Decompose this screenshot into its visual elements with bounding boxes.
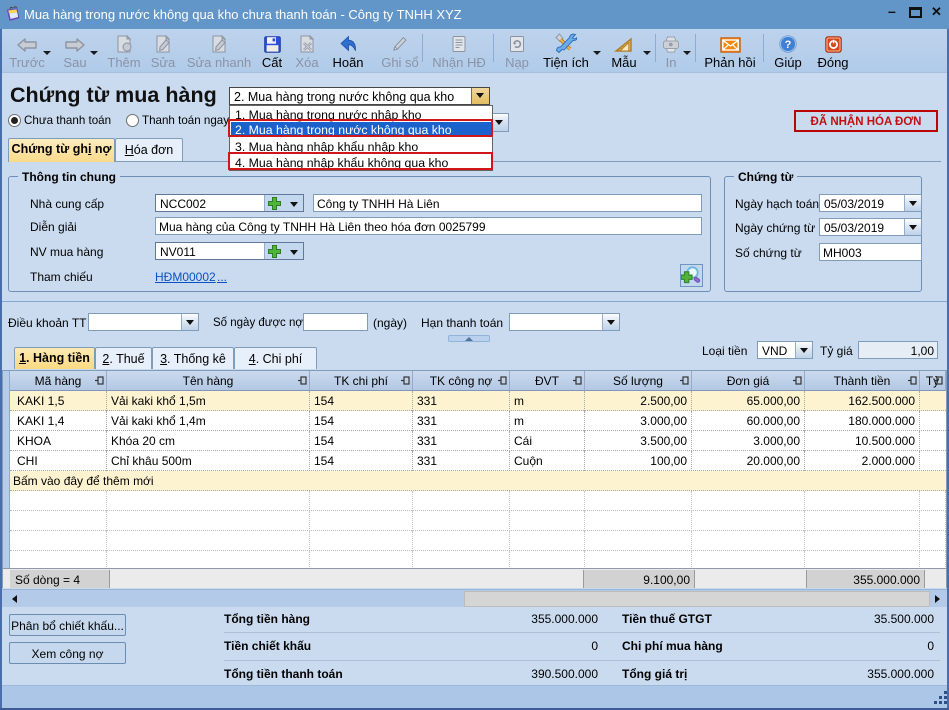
svg-text:?: ?: [785, 39, 792, 51]
